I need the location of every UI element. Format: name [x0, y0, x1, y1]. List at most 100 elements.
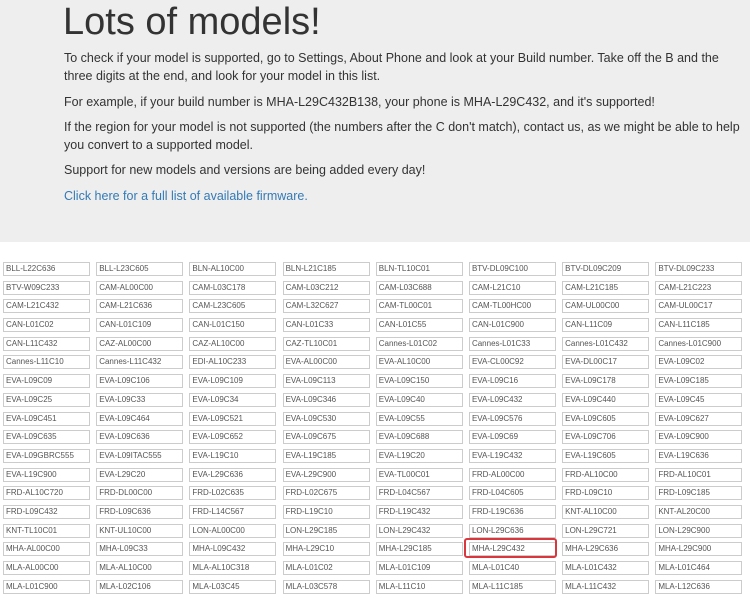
model-cell: EVA-L09C576 [468, 411, 556, 426]
model-cell: BTV-DL09C100 [468, 262, 556, 276]
model-cell: Cannes-L01C432 [562, 336, 650, 351]
model-cell: EVA-AL10C00 [375, 355, 463, 370]
model-cell: EVA-L09GBRC555 [3, 448, 90, 463]
model-cell: EVA-L19C10 [189, 448, 277, 463]
model-cell: EVA-L09C33 [96, 392, 184, 407]
model-cell: CAM-L03C178 [189, 280, 277, 295]
model-cell: BLN-TL10C01 [375, 262, 463, 276]
model-cell: CAN-L11C185 [655, 318, 743, 333]
model-cell: FRD-L09C10 [562, 486, 650, 501]
model-cell: EVA-L09C109 [189, 374, 277, 389]
model-cell: CAN-L11C09 [562, 318, 650, 333]
model-cell: EVA-L09C605 [562, 411, 650, 426]
model-cell: MHA-L29C900 [655, 542, 743, 557]
model-cell: Cannes-L11C432 [96, 355, 184, 370]
model-cell: CAM-L21C636 [96, 299, 184, 314]
model-cell: EVA-L09C55 [375, 411, 463, 426]
model-cell: CAZ-TL10C01 [282, 336, 370, 351]
model-cell: EVA-AL00C00 [282, 355, 370, 370]
model-cell: FRD-L14C567 [189, 504, 277, 519]
model-cell: CAM-L21C432 [3, 299, 90, 314]
model-cell: Cannes-L01C02 [375, 336, 463, 351]
model-cell: MLA-L01C464 [655, 561, 743, 575]
model-cell: FRD-L02C675 [282, 486, 370, 501]
model-cell: LON-AL00C00 [189, 523, 277, 538]
model-cell: Cannes-L01C900 [655, 336, 743, 351]
model-cell: EVA-CL00C92 [468, 355, 556, 370]
model-cell: EVA-L09C451 [3, 411, 90, 426]
firmware-list-link[interactable]: Click here for a full list of available … [64, 188, 744, 206]
model-cell: MLA-L03C45 [189, 579, 277, 594]
model-cell: EVA-L09C635 [3, 430, 90, 445]
model-cell: MLA-L12C636 [655, 579, 743, 594]
model-cell: FRD-L19C10 [282, 504, 370, 519]
model-cell: FRD-DL00C00 [96, 486, 184, 501]
model-cell: LON-L29C185 [282, 523, 370, 538]
model-cell: EVA-L09C900 [655, 430, 743, 445]
model-cell: BTV-W09C233 [3, 280, 90, 295]
model-cell: MLA-AL10C00 [96, 561, 184, 575]
model-cell: FRD-L02C635 [189, 486, 277, 501]
model-cell: CAM-AL00C00 [96, 280, 184, 295]
page-title: Lots of models! [63, 1, 321, 43]
model-cell: FRD-AL10C720 [3, 486, 90, 501]
model-cell: CAM-L03C688 [375, 280, 463, 295]
model-cell: BTV-DL09C209 [562, 262, 650, 276]
model-cell: EVA-L09C09 [3, 374, 90, 389]
model-cell: EVA-L29C900 [282, 467, 370, 482]
model-cell: FRD-L19C432 [375, 504, 463, 519]
model-cell: MLA-L02C106 [96, 579, 184, 594]
model-cell: LON-L29C432 [375, 523, 463, 538]
model-cell: Cannes-L11C10 [3, 355, 90, 370]
model-cell: MLA-L01C109 [375, 561, 463, 575]
model-cell: EVA-L09C636 [96, 430, 184, 445]
model-cell: CAM-L32C627 [282, 299, 370, 314]
model-cell: FRD-L09C185 [655, 486, 743, 501]
model-cell: FRD-AL10C00 [562, 467, 650, 482]
model-cell: EVA-L09C34 [189, 392, 277, 407]
model-cell: BLN-L21C185 [282, 262, 370, 276]
model-cell: MLA-AL10C318 [189, 561, 277, 575]
model-cell: MHA-L09C33 [96, 542, 184, 557]
model-cell: BLN-AL10C00 [189, 262, 277, 276]
model-cell: EVA-L19C185 [282, 448, 370, 463]
model-cell: EVA-L09C530 [282, 411, 370, 426]
model-cell: EVA-L09C25 [3, 392, 90, 407]
model-cell: CAM-L03C212 [282, 280, 370, 295]
model-cell: EVA-L09C652 [189, 430, 277, 445]
model-cell: EVA-L19C20 [375, 448, 463, 463]
intro-text: To check if your model is supported, go … [64, 51, 719, 83]
model-cell: MHA-AL00C00 [3, 542, 90, 557]
header-jumbotron: Lots of models! To check if your model i… [0, 0, 750, 242]
model-cell: MLA-AL00C00 [3, 561, 90, 575]
model-cell: CAM-TL00C01 [375, 299, 463, 314]
model-cell: KNT-AL10C00 [562, 504, 650, 519]
model-cell: BTV-DL09C233 [655, 262, 743, 276]
model-cell: CAN-L11C432 [3, 336, 90, 351]
model-cell: FRD-L09C432 [3, 504, 90, 519]
model-cell: CAM-L21C10 [468, 280, 556, 295]
model-cell: EVA-L19C605 [562, 448, 650, 463]
example-text: For example, if your build number is MHA… [64, 95, 655, 109]
model-cell: MLA-L11C10 [375, 579, 463, 594]
model-cell: MLA-L11C432 [562, 579, 650, 594]
model-cell: BLL-L23C605 [96, 262, 184, 276]
model-cell: KNT-AL20C00 [655, 504, 743, 519]
model-cell: MLA-L03C578 [282, 579, 370, 594]
model-cell: KNT-TL10C01 [3, 523, 90, 538]
model-cell: EVA-TL00C01 [375, 467, 463, 482]
model-cell: CAZ-AL00C00 [96, 336, 184, 351]
model-cell: MLA-L01C02 [282, 561, 370, 575]
model-cell: CAN-L01C900 [468, 318, 556, 333]
model-cell: CAM-UL00C17 [655, 299, 743, 314]
model-cell: MHA-L09C432 [189, 542, 277, 557]
model-cell: FRD-L04C605 [468, 486, 556, 501]
model-cell: LON-L29C900 [655, 523, 743, 538]
model-cell: EVA-DL00C17 [562, 355, 650, 370]
model-cell: FRD-L19C636 [468, 504, 556, 519]
model-cell: MHA-L29C10 [282, 542, 370, 557]
model-cell: EVA-L09C16 [468, 374, 556, 389]
support-note-text: Support for new models and versions are … [64, 163, 426, 177]
model-cell: FRD-AL00C00 [468, 467, 556, 482]
model-cell: EVA-L09C464 [96, 411, 184, 426]
